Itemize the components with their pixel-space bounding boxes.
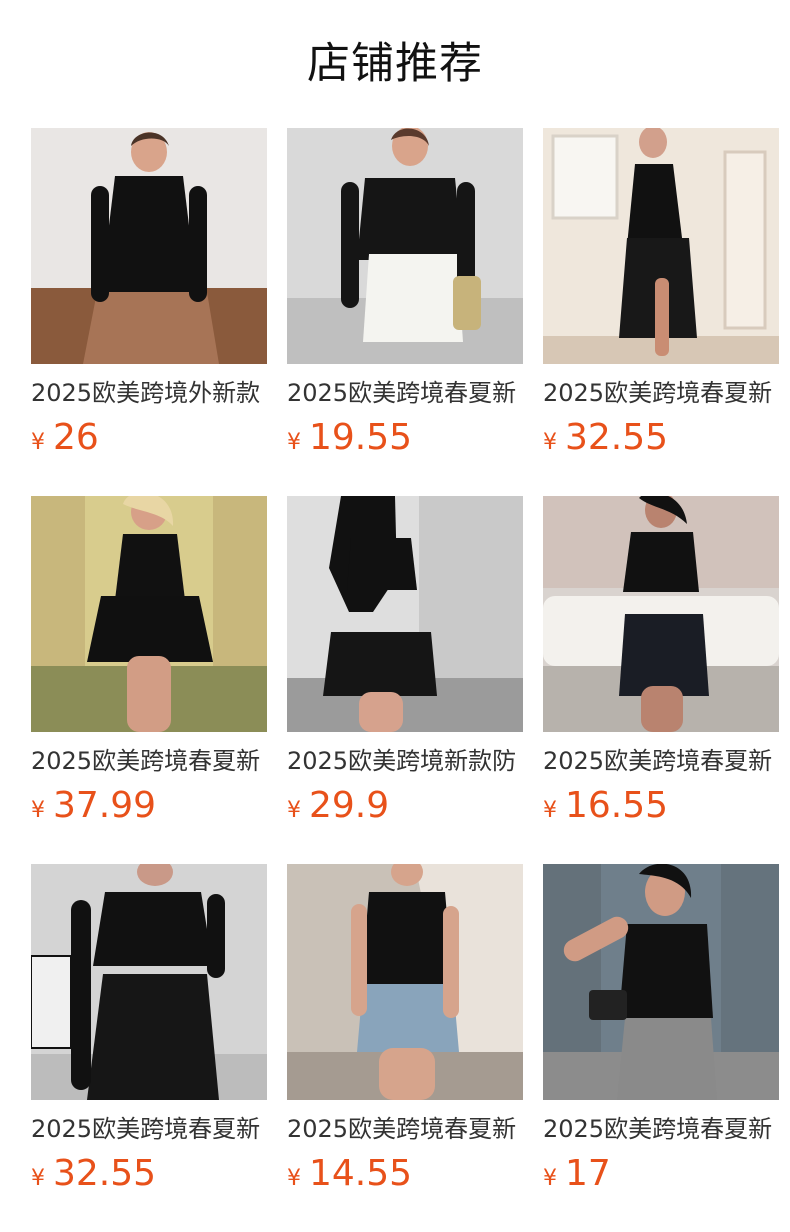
- currency-symbol: ¥: [543, 1166, 557, 1191]
- outfit-top: [347, 538, 417, 590]
- left-arm: [91, 186, 109, 302]
- price-row: ¥ 16.55: [543, 786, 779, 826]
- product-title[interactable]: 2025欧美跨境春夏新: [543, 378, 779, 408]
- left-arm: [341, 182, 359, 308]
- product-card[interactable]: 2025欧美跨境春夏新 ¥ 32.55: [31, 864, 267, 1232]
- product-image[interactable]: [31, 128, 267, 364]
- outfit-bottom: [87, 974, 219, 1100]
- product-photo: [287, 864, 523, 1100]
- price-row: ¥ 26: [31, 418, 267, 458]
- window: [551, 134, 619, 220]
- shop-recommendation-page: 店铺推荐 2025欧美跨境外新款 ¥ 26 2025欧美跨境春夏新 ¥ 19.5…: [0, 0, 790, 1232]
- price-row: ¥ 32.55: [543, 418, 779, 458]
- product-image[interactable]: [543, 864, 779, 1100]
- product-price: 37.99: [53, 785, 157, 826]
- product-image[interactable]: [31, 864, 267, 1100]
- product-price: 29.9: [309, 785, 390, 826]
- product-image[interactable]: [543, 496, 779, 732]
- currency-symbol: ¥: [287, 798, 301, 823]
- outfit-bottom: [363, 254, 463, 342]
- product-price: 32.55: [53, 1153, 157, 1194]
- price-row: ¥ 14.55: [287, 1154, 523, 1194]
- product-title[interactable]: 2025欧美跨境春夏新: [31, 746, 267, 776]
- product-image[interactable]: [287, 128, 523, 364]
- product-photo: [543, 496, 779, 732]
- right-arm: [189, 186, 207, 302]
- outfit-top: [99, 176, 199, 308]
- product-card[interactable]: 2025欧美跨境春夏新 ¥ 14.55: [287, 864, 523, 1232]
- product-photo: [287, 496, 523, 732]
- product-card[interactable]: 2025欧美跨境春夏新 ¥ 16.55: [543, 496, 779, 864]
- price-row: ¥ 29.9: [287, 786, 523, 826]
- currency-symbol: ¥: [543, 430, 557, 455]
- wall-art: [31, 955, 72, 1049]
- product-photo: [31, 128, 267, 364]
- product-image[interactable]: [543, 128, 779, 364]
- product-title[interactable]: 2025欧美跨境春夏新: [287, 1114, 523, 1144]
- price-row: ¥ 17: [543, 1154, 779, 1194]
- door-panel: [723, 150, 767, 330]
- outfit-bottom: [617, 1018, 717, 1100]
- outfit-top: [623, 532, 699, 592]
- currency-symbol: ¥: [31, 798, 45, 823]
- left-leg: [655, 278, 669, 356]
- currency-symbol: ¥: [543, 798, 557, 823]
- outfit-top: [93, 892, 213, 966]
- product-price: 14.55: [309, 1153, 413, 1194]
- legs: [127, 656, 171, 732]
- product-photo: [543, 128, 779, 364]
- legs: [359, 692, 403, 732]
- currency-symbol: ¥: [287, 430, 301, 455]
- outfit-bottom: [323, 632, 437, 696]
- product-title[interactable]: 2025欧美跨境春夏新: [543, 746, 779, 776]
- product-title[interactable]: 2025欧美跨境春夏新: [31, 1114, 267, 1144]
- outfit-top: [361, 892, 453, 986]
- currency-symbol: ¥: [287, 1166, 301, 1191]
- product-price: 19.55: [309, 417, 413, 458]
- legs: [379, 1048, 435, 1100]
- price-row: ¥ 37.99: [31, 786, 267, 826]
- handbag: [453, 276, 481, 330]
- product-title[interactable]: 2025欧美跨境春夏新: [543, 1114, 779, 1144]
- right-arm: [207, 894, 225, 978]
- product-card[interactable]: 2025欧美跨境春夏新 ¥ 32.55: [543, 128, 779, 496]
- product-card[interactable]: 2025欧美跨境外新款 ¥ 26: [31, 128, 267, 496]
- right-arm: [443, 906, 459, 1018]
- product-photo: [543, 864, 779, 1100]
- outfit-bottom: [83, 292, 219, 364]
- product-photo: [31, 864, 267, 1100]
- currency-symbol: ¥: [31, 430, 45, 455]
- outfit-top: [115, 534, 185, 600]
- legs: [641, 686, 683, 732]
- outfit-bottom: [619, 614, 709, 696]
- outfit-top: [357, 178, 463, 260]
- product-image[interactable]: [287, 864, 523, 1100]
- product-price: 32.55: [565, 417, 669, 458]
- product-card[interactable]: 2025欧美跨境春夏新 ¥ 19.55: [287, 128, 523, 496]
- product-title[interactable]: 2025欧美跨境新款防: [287, 746, 523, 776]
- left-arm: [351, 904, 367, 1016]
- price-row: ¥ 32.55: [31, 1154, 267, 1194]
- product-image[interactable]: [31, 496, 267, 732]
- product-title[interactable]: 2025欧美跨境外新款: [31, 378, 267, 408]
- product-card[interactable]: 2025欧美跨境新款防 ¥ 29.9: [287, 496, 523, 864]
- product-image[interactable]: [287, 496, 523, 732]
- product-photo: [287, 128, 523, 364]
- product-price: 17: [565, 1153, 611, 1194]
- outfit-bottom: [87, 596, 213, 662]
- outfit-top: [619, 924, 713, 1018]
- product-price: 16.55: [565, 785, 669, 826]
- product-grid: 2025欧美跨境外新款 ¥ 26 2025欧美跨境春夏新 ¥ 19.55 202…: [31, 128, 779, 1232]
- product-title[interactable]: 2025欧美跨境春夏新: [287, 378, 523, 408]
- product-price: 26: [53, 417, 99, 458]
- currency-symbol: ¥: [31, 1166, 45, 1191]
- handbag: [589, 990, 627, 1020]
- product-card[interactable]: 2025欧美跨境春夏新 ¥ 37.99: [31, 496, 267, 864]
- product-photo: [31, 496, 267, 732]
- left-arm: [71, 900, 91, 1090]
- price-row: ¥ 19.55: [287, 418, 523, 458]
- section-title: 店铺推荐: [307, 39, 483, 89]
- product-card[interactable]: 2025欧美跨境春夏新 ¥ 17: [543, 864, 779, 1232]
